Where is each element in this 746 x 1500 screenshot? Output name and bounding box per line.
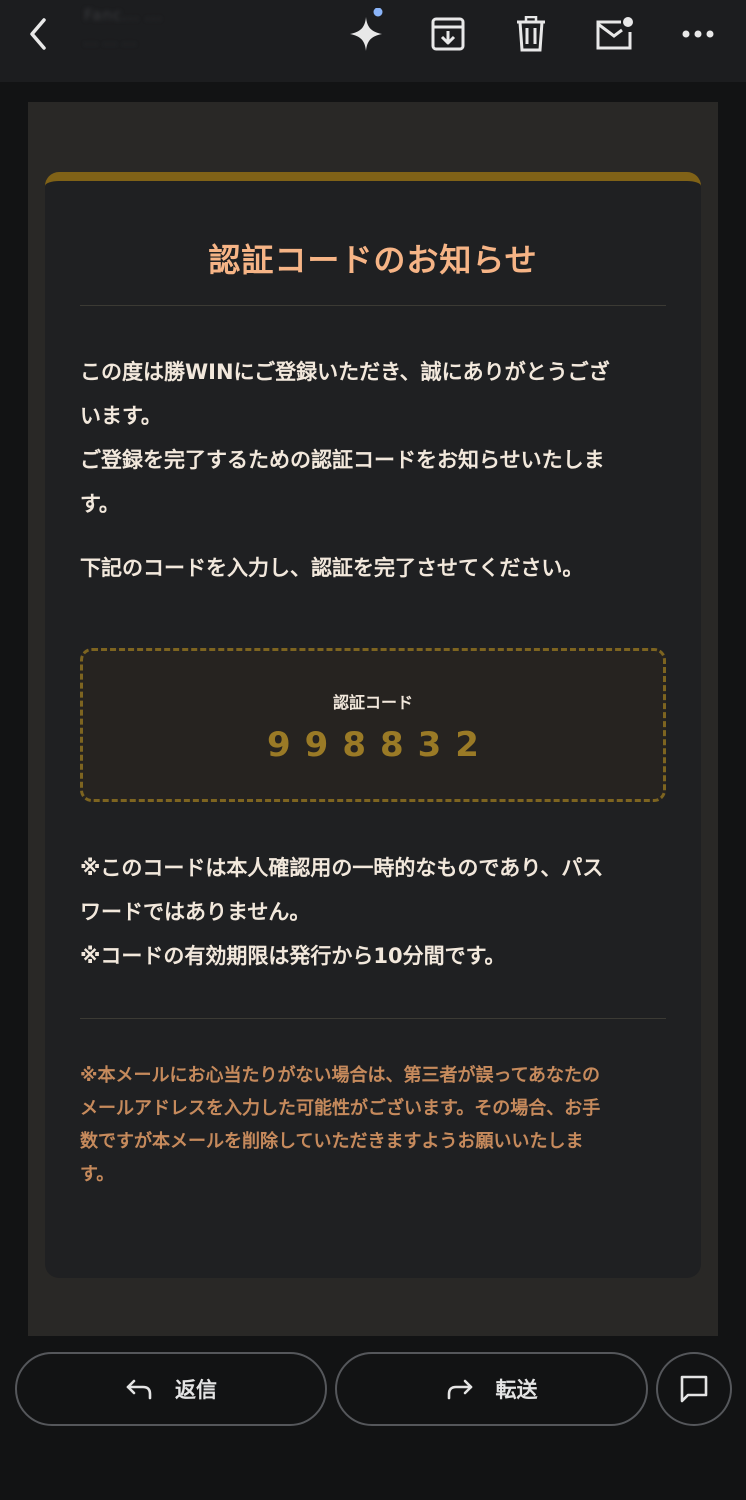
verification-code[interactable]: 998832	[83, 725, 663, 765]
chat-bubble-icon	[680, 1375, 708, 1403]
forward-arrow-icon	[447, 1379, 472, 1400]
footer-line: ※本メールにお心当たりがない場合は、第三者が誤ってあなたの	[80, 1065, 601, 1086]
footer-line: メールアドレスを入力した可能性がございます。その場合、お手	[80, 1098, 601, 1119]
back-button[interactable]	[12, 8, 64, 60]
chevron-left-icon	[30, 18, 46, 50]
footer-divider	[80, 1018, 666, 1019]
top-app-bar: Fanc... ... ... ... ...	[0, 0, 746, 82]
note-line: ※このコードは本人確認用の一時的なものであり、パス	[80, 856, 604, 880]
footer-line: す。	[80, 1164, 115, 1185]
title-divider	[80, 305, 666, 306]
more-options-button[interactable]	[672, 8, 724, 60]
sender-info: Fanc... ... ... ... ...	[84, 6, 163, 48]
mark-unread-button[interactable]	[588, 8, 640, 60]
delete-button[interactable]	[505, 8, 557, 60]
email-card-content: 認証コードのお知らせ この度は勝WINにご登録いただき、誠にありがとうござ いま…	[80, 181, 666, 1191]
sender-subtitle: ... ... ...	[84, 34, 137, 48]
reply-button[interactable]: 返信	[15, 1352, 327, 1426]
note-line: ワードではありません。	[80, 900, 311, 924]
forward-button[interactable]: 転送	[335, 1352, 648, 1426]
notes-paragraph: ※このコードは本人確認用の一時的なものであり、パス ワードではありません。 ※コ…	[80, 846, 666, 978]
intro-line: この度は勝WINにご登録いただき、誠にありがとうござ	[80, 360, 610, 384]
more-horizontal-icon	[682, 30, 714, 38]
footer-line: 数ですが本メールを削除していただきますようお願いいたしま	[80, 1131, 584, 1152]
archive-icon	[431, 17, 465, 51]
email-title: 認証コードのお知らせ	[208, 241, 538, 279]
trash-icon	[517, 16, 545, 52]
code-label: 認証コード	[332, 693, 413, 712]
intro-line: ご登録を完了するための認証コードをお知らせいたしま	[80, 448, 605, 472]
mail-unread-icon	[596, 17, 633, 50]
reply-label: 返信	[175, 1378, 217, 1402]
sender-name: Fanc... ...	[84, 6, 163, 24]
gemini-button[interactable]	[338, 8, 390, 60]
instruction-text: 下記のコードを入力し、認証を完了させてください。	[80, 556, 584, 580]
verification-code-box: 認証コード 998832	[80, 648, 666, 802]
sparkle-icon	[350, 8, 383, 51]
intro-line: います。	[80, 404, 162, 428]
note-line: ※コードの有効期限は発行から10分間です。	[80, 944, 506, 968]
email-card: 認証コードのお知らせ この度は勝WINにご登録いただき、誠にありがとうござ いま…	[45, 172, 701, 1278]
archive-button[interactable]	[422, 8, 474, 60]
intro-paragraph: この度は勝WINにご登録いただき、誠にありがとうござ います。 ご登録を完了する…	[80, 350, 666, 526]
intro-line: す。	[80, 492, 120, 516]
forward-label: 転送	[495, 1378, 538, 1402]
chat-button[interactable]	[656, 1352, 732, 1426]
footer-disclaimer: ※本メールにお心当たりがない場合は、第三者が誤ってあなたの メールアドレスを入力…	[80, 1059, 666, 1191]
bottom-action-bar: 返信 転送	[0, 1338, 746, 1500]
reply-arrow-icon	[126, 1379, 152, 1400]
